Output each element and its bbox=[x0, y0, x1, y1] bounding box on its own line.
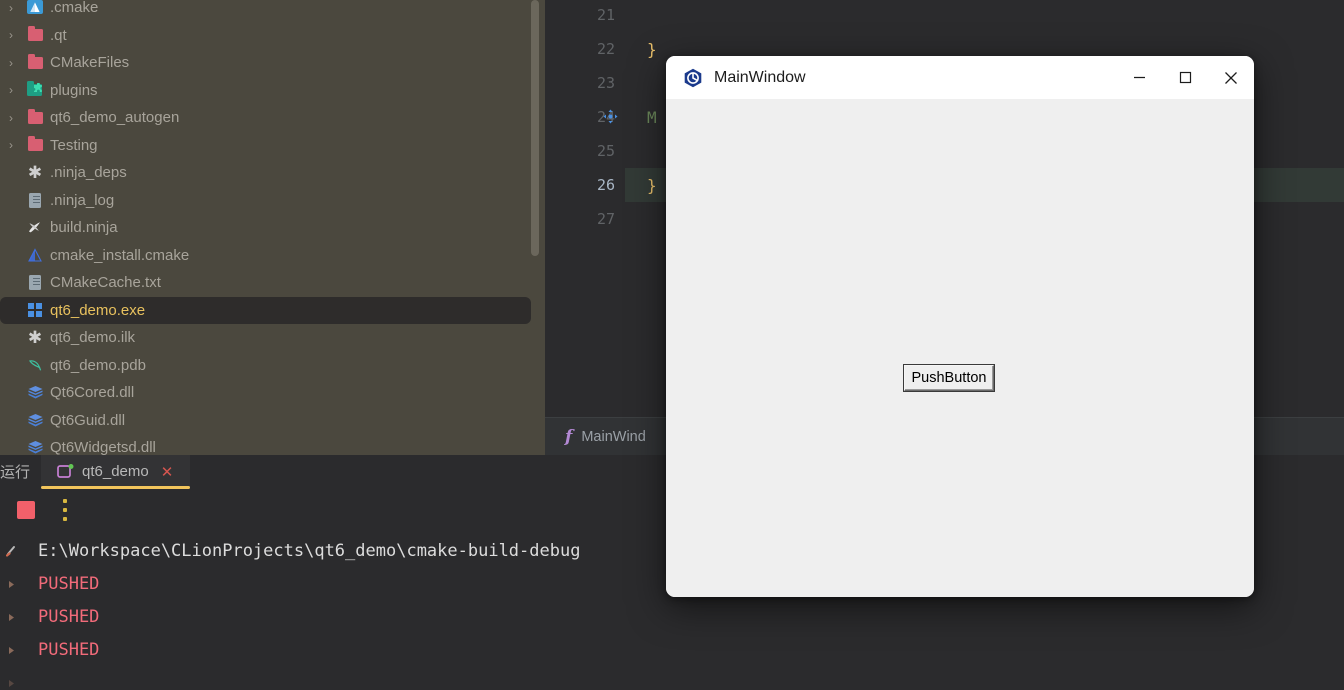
tree-item-label: CMakeCache.txt bbox=[50, 274, 161, 292]
tree-item-plugins[interactable]: › plugins bbox=[0, 77, 531, 105]
run-tab-qt6-demo[interactable]: qt6_demo ✕ bbox=[41, 455, 190, 488]
tree-item-qt6cored-dll[interactable]: Qt6Cored.dll bbox=[0, 379, 531, 407]
tree-item-label: Testing bbox=[50, 136, 98, 154]
run-tool-window-label: 运行 bbox=[0, 464, 31, 481]
text-file-icon bbox=[22, 275, 48, 291]
tree-item-label: .cmake bbox=[50, 0, 99, 17]
function-icon: f bbox=[565, 426, 573, 447]
tree-item-label: .ninja_log bbox=[50, 191, 115, 209]
pdb-file-icon bbox=[22, 358, 48, 373]
tree-item-label: qt6_demo.exe bbox=[50, 301, 146, 319]
ninja-file-icon bbox=[22, 220, 48, 235]
mainwindow-client-area: PushButton bbox=[666, 99, 1254, 597]
close-icon[interactable] bbox=[1208, 56, 1254, 99]
tree-item-label: build.ninja bbox=[50, 219, 118, 237]
maximize-icon[interactable] bbox=[1162, 56, 1208, 99]
editor-gutter[interactable]: 21222324252627 bbox=[545, 0, 625, 417]
sidebar-scrollbar-thumb[interactable] bbox=[531, 0, 539, 256]
more-options-button[interactable] bbox=[62, 499, 67, 521]
windows-exe-icon bbox=[22, 303, 48, 318]
tree-item-label: Qt6Guid.dll bbox=[50, 411, 126, 429]
code-line[interactable] bbox=[625, 0, 1344, 32]
console-line[interactable]: PUSHED bbox=[0, 600, 1344, 633]
cmake-icon bbox=[22, 0, 48, 15]
close-icon[interactable]: ✕ bbox=[161, 463, 174, 481]
console-line[interactable]: PUSHED bbox=[0, 633, 1344, 666]
chevron-right-icon[interactable]: › bbox=[0, 138, 22, 152]
chevron-right-icon[interactable]: › bbox=[0, 56, 22, 70]
chevron-right-icon[interactable]: › bbox=[0, 83, 22, 97]
tree-item-label: qt6_demo.ilk bbox=[50, 329, 136, 347]
tree-item-cmake-install-cmake[interactable]: cmake_install.cmake bbox=[0, 242, 531, 270]
chevron-right-icon[interactable]: › bbox=[0, 28, 22, 42]
tree-item-ninja-deps[interactable]: ✱ .ninja_deps bbox=[0, 159, 531, 187]
output-marker bbox=[6, 676, 20, 690]
qt-app-icon bbox=[683, 68, 703, 88]
stop-button[interactable] bbox=[17, 501, 35, 519]
tree-item-label: qt6_demo_autogen bbox=[50, 109, 180, 127]
tree-item-ninja-log[interactable]: .ninja_log bbox=[0, 187, 531, 215]
code-token: M bbox=[647, 107, 657, 127]
cmake-file-icon bbox=[22, 248, 48, 263]
folder-pink-icon bbox=[22, 26, 48, 42]
tree-item-cmakefiles[interactable]: › CMakeFiles bbox=[0, 49, 531, 77]
gutter-line-number[interactable]: 27 bbox=[545, 202, 625, 236]
mainwindow-dialog[interactable]: MainWindow PushButton bbox=[666, 56, 1254, 597]
project-tree-sidebar[interactable]: › .cmake › .qt › CMakeFiles › plugins › qt6_demo_… bbox=[0, 0, 545, 455]
sidebar-scrollbar-track[interactable] bbox=[531, 0, 542, 455]
folder-pink-icon bbox=[22, 136, 48, 152]
run-tab-label: qt6_demo bbox=[82, 463, 149, 480]
tree-item-label: plugins bbox=[50, 81, 98, 99]
gutter-line-number[interactable]: 26 bbox=[545, 168, 625, 202]
breadcrumb-label: MainWind bbox=[581, 428, 646, 445]
code-token: } bbox=[647, 39, 657, 59]
gutter-line-number[interactable]: 22 bbox=[545, 32, 625, 66]
tree-item-qt6-demo-exe[interactable]: qt6_demo.exe bbox=[0, 296, 531, 324]
tree-item-label: .qt bbox=[50, 26, 67, 44]
minimize-icon[interactable] bbox=[1116, 56, 1162, 99]
tree-item-qt6guid-dll[interactable]: Qt6Guid.dll bbox=[0, 407, 531, 435]
move-handle-icon[interactable] bbox=[603, 109, 619, 125]
folder-pink-icon bbox=[22, 108, 48, 124]
tree-item-label: qt6_demo.pdb bbox=[50, 356, 146, 374]
folder-pink-icon bbox=[22, 53, 48, 69]
tree-item-label: .ninja_deps bbox=[50, 164, 127, 182]
push-button[interactable]: PushButton bbox=[904, 365, 994, 391]
code-token: } bbox=[647, 175, 657, 195]
tree-item-testing[interactable]: › Testing bbox=[0, 132, 531, 160]
tree-item-qt6-demo-ilk[interactable]: ✱ qt6_demo.ilk bbox=[0, 324, 531, 352]
tree-item-label: Qt6Cored.dll bbox=[50, 384, 135, 402]
tree-item-cmake[interactable]: › .cmake bbox=[0, 0, 531, 22]
tree-item-cmakecache-txt[interactable]: CMakeCache.txt bbox=[0, 269, 531, 297]
screen-root: 21222324252627 } M} f MainWind › .cmake › .q… bbox=[0, 0, 1344, 690]
gutter-line-number[interactable]: 25 bbox=[545, 134, 625, 168]
text-file-icon bbox=[22, 192, 48, 208]
tree-item-label: CMakeFiles bbox=[50, 54, 130, 72]
gutter-line-number[interactable]: 23 bbox=[545, 66, 625, 100]
run-config-icon bbox=[57, 464, 74, 479]
tree-item-qt[interactable]: › .qt bbox=[0, 22, 531, 50]
asterisk-file-icon: ✱ bbox=[27, 163, 43, 183]
asterisk-file-icon: ✱ bbox=[27, 328, 43, 348]
tree-item-build-ninja[interactable]: build.ninja bbox=[0, 214, 531, 242]
window-controls bbox=[1116, 56, 1254, 99]
gutter-line-number[interactable]: 21 bbox=[545, 0, 625, 32]
chevron-right-icon[interactable]: › bbox=[0, 1, 22, 15]
plugin-folder-icon bbox=[22, 81, 48, 97]
tree-item-qt6-demo-autogen[interactable]: › qt6_demo_autogen bbox=[0, 104, 531, 132]
chevron-right-icon[interactable]: › bbox=[0, 111, 22, 125]
tree-item-label: cmake_install.cmake bbox=[50, 246, 190, 264]
dll-file-icon bbox=[22, 385, 48, 400]
dll-file-icon bbox=[22, 413, 48, 428]
tree-item-qt6-demo-pdb[interactable]: qt6_demo.pdb bbox=[0, 352, 531, 380]
mainwindow-title-bar[interactable]: MainWindow bbox=[666, 56, 1254, 99]
mainwindow-title-label: MainWindow bbox=[714, 68, 806, 86]
